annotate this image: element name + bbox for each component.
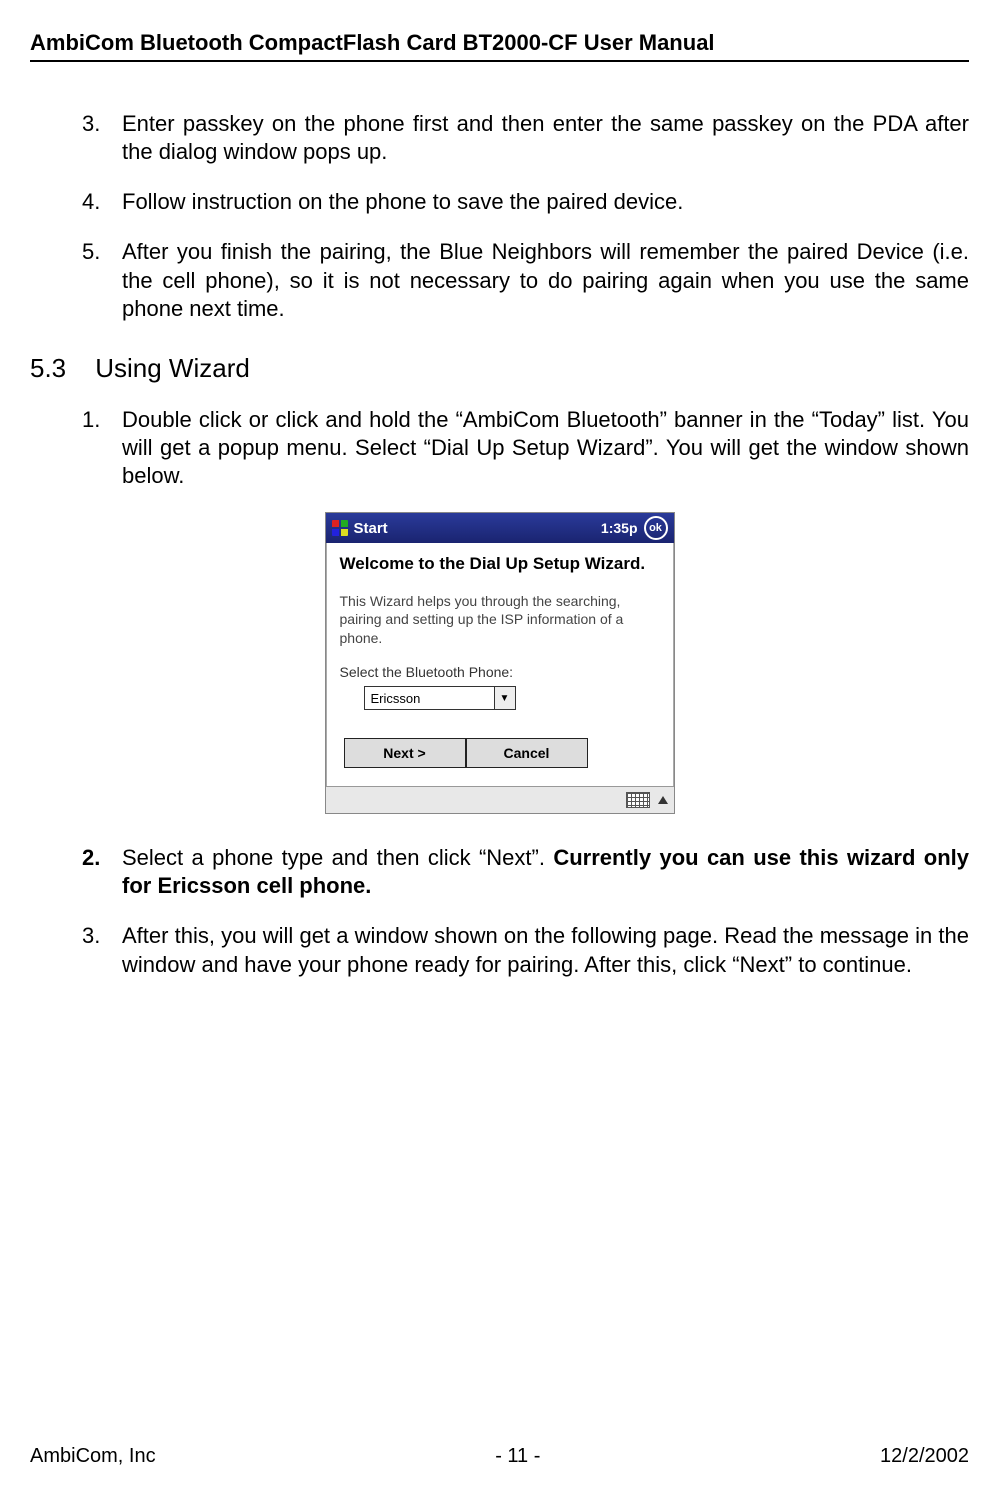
section-title: Using Wizard [95,353,250,383]
footer-right: 12/2/2002 [880,1445,969,1468]
list-text: Enter passkey on the phone first and the… [122,110,969,166]
list-item: 3. After this, you will get a window sho… [82,922,969,978]
pda-window: Start 1:35p ok Welcome to the Dial Up Se… [325,512,675,814]
list-item: 5. After you finish the pairing, the Blu… [82,238,969,322]
list-text: After this, you will get a window shown … [122,922,969,978]
phone-dropdown[interactable]: Ericsson ▼ [364,686,516,710]
list-number: 3. [82,110,122,166]
footer-center: - 11 - [495,1445,540,1468]
list-item: 3. Enter passkey on the phone first and … [82,110,969,166]
section-number: 5.3 [30,353,88,384]
windows-icon[interactable] [332,520,348,536]
list-item: 2. Select a phone type and then click “N… [82,844,969,900]
select-phone-label: Select the Bluetooth Phone: [340,664,660,680]
pda-body: Welcome to the Dial Up Setup Wizard. Thi… [326,543,674,786]
ok-button[interactable]: ok [644,516,668,540]
pda-screenshot: Start 1:35p ok Welcome to the Dial Up Se… [30,512,969,814]
text-lead: Select a phone type and then click “Next… [122,845,553,870]
section-heading: 5.3 Using Wizard [30,353,969,384]
list-number: 2. [82,844,122,900]
wizard-welcome: Welcome to the Dial Up Setup Wizard. [340,553,660,575]
list-text: Follow instruction on the phone to save … [122,188,969,216]
page-footer: AmbiCom, Inc - 11 - 12/2/2002 [30,1445,969,1468]
footer-left: AmbiCom, Inc [30,1445,156,1468]
wizard-description: This Wizard helps you through the search… [340,592,660,649]
list-text: Double click or click and hold the “Ambi… [122,406,969,490]
pda-title: Start [354,520,601,537]
next-button[interactable]: Next > [344,738,466,768]
cancel-button[interactable]: Cancel [466,738,588,768]
list-number: 5. [82,238,122,322]
list-text: After you finish the pairing, the Blue N… [122,238,969,322]
wizard-buttons: Next > Cancel [344,738,660,768]
list-number: 1. [82,406,122,490]
list-number: 3. [82,922,122,978]
page-header: AmbiCom Bluetooth CompactFlash Card BT20… [30,30,969,60]
list-number: 4. [82,188,122,216]
dropdown-value: Ericsson [365,691,494,706]
pda-time: 1:35p [601,520,638,536]
up-arrow-icon[interactable] [658,796,668,804]
list-item: 1. Double click or click and hold the “A… [82,406,969,490]
pda-titlebar: Start 1:35p ok [326,513,674,543]
list-item: 4. Follow instruction on the phone to sa… [82,188,969,216]
list-text: Select a phone type and then click “Next… [122,844,969,900]
pda-taskbar [326,786,674,813]
keyboard-icon[interactable] [626,792,650,808]
header-rule [30,60,969,62]
chevron-down-icon[interactable]: ▼ [494,687,515,709]
